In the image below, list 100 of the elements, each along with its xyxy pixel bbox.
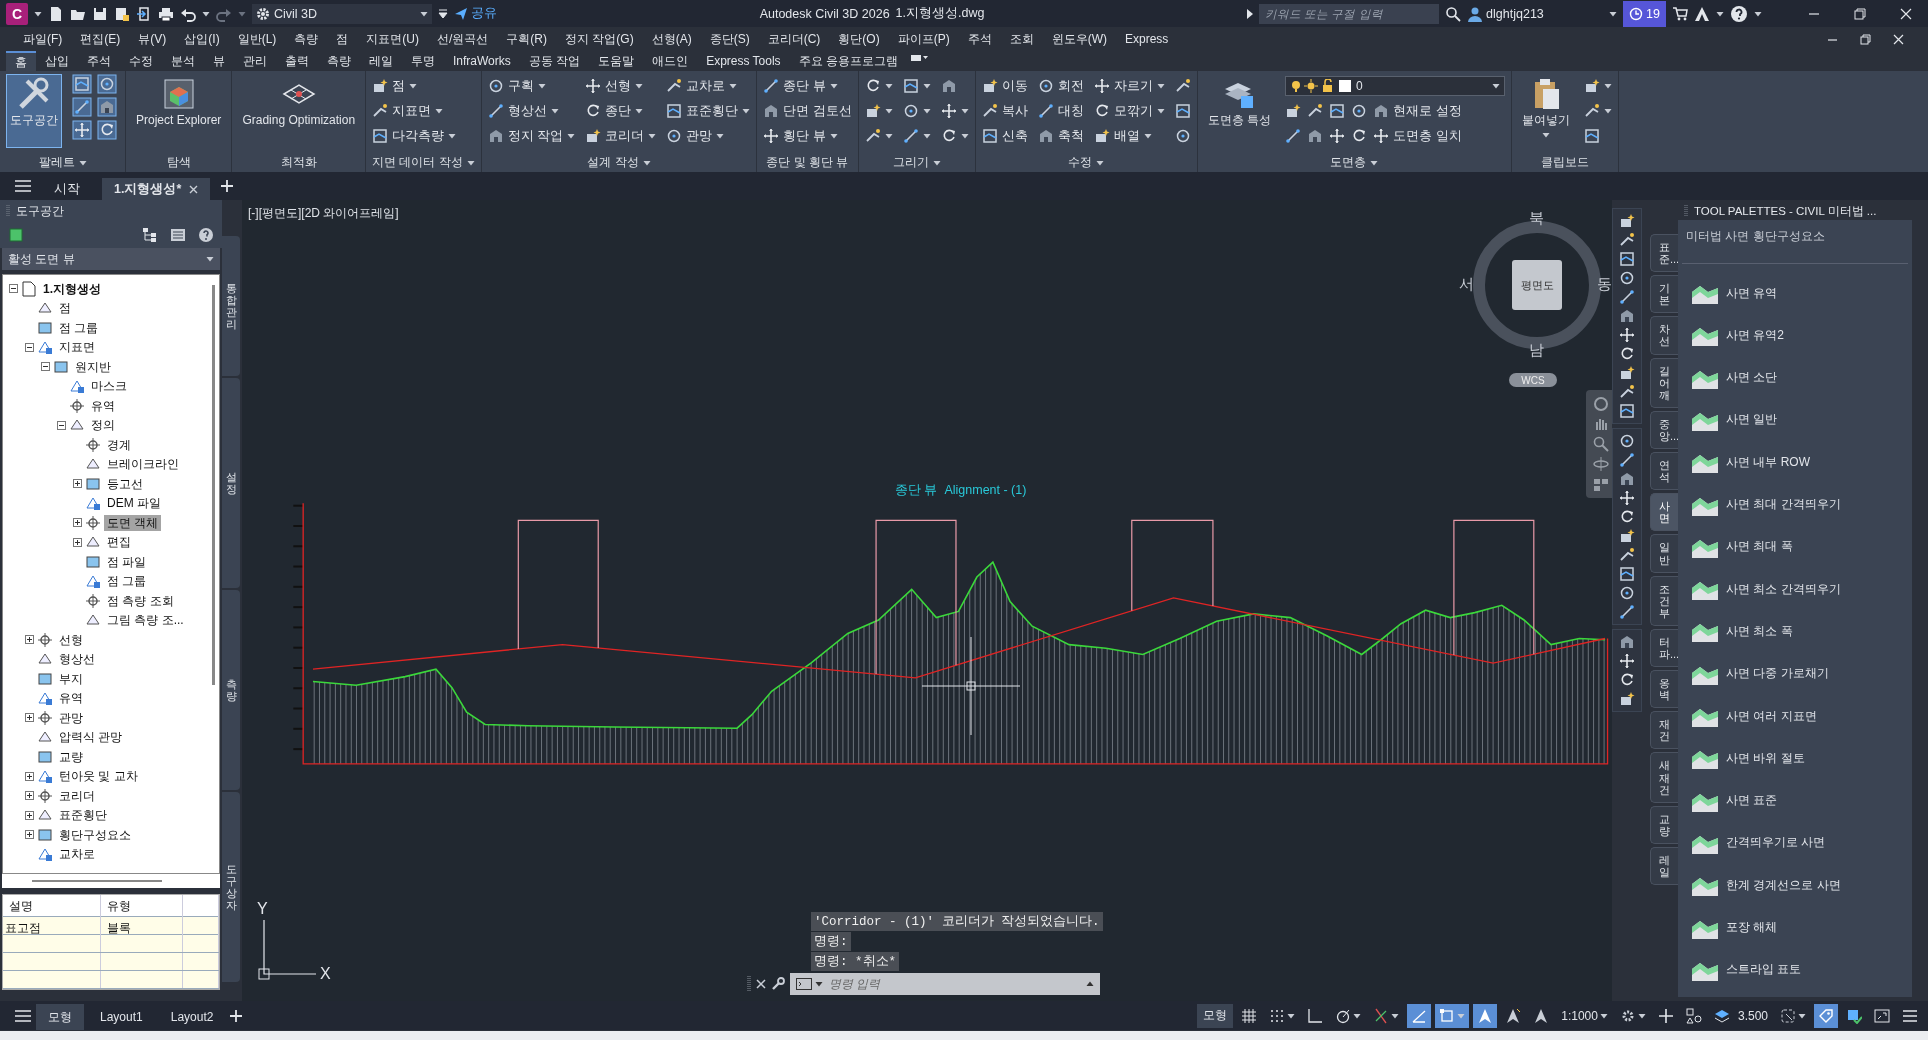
menu-item[interactable]: 종단(S) (700, 27, 759, 51)
palette-tab[interactable]: 표준... (1650, 234, 1678, 273)
tool-button[interactable] (902, 126, 931, 146)
ribbon-button[interactable]: 자르기 (1093, 76, 1165, 96)
ribbon-button[interactable]: 관망 (666, 126, 751, 146)
tool-icon[interactable] (1619, 604, 1635, 620)
plus-box-icon[interactable] (25, 771, 34, 781)
tree-item[interactable]: 관망 (56, 709, 86, 726)
ribbon-button[interactable]: 도면층 특성 (1203, 74, 1276, 148)
palette-item[interactable]: 사면 최소 간격띄우기 (1682, 568, 1908, 611)
palette-item[interactable]: 포장 해체 (1682, 906, 1908, 949)
palette-tab[interactable]: 조건부 (1650, 575, 1678, 626)
tree-item[interactable]: 유역 (88, 397, 118, 414)
list-view-icon[interactable] (170, 227, 186, 243)
cube-icon[interactable] (8, 227, 24, 243)
ribbon-tab[interactable]: 분석 (162, 51, 204, 71)
menu-item[interactable]: 윈도우(W) (1042, 27, 1116, 51)
tree-item[interactable]: 점 파일 (104, 553, 150, 570)
search-icon[interactable] (1445, 5, 1462, 22)
tool-icon[interactable] (1619, 232, 1635, 248)
ribbon-tab[interactable]: 뷰 (204, 51, 234, 71)
ribbon-tab[interactable]: 주요 응용프로그램 (789, 51, 907, 71)
close-icon[interactable] (1893, 33, 1904, 45)
ribbon-button[interactable]: 점 (372, 76, 457, 96)
close-icon[interactable] (756, 979, 766, 989)
status-toggle[interactable] (1407, 1003, 1432, 1028)
tool-icon[interactable] (1619, 270, 1635, 286)
ribbon-button[interactable]: 교차로 (666, 76, 751, 96)
palette-item[interactable]: 사면 최소 폭 (1682, 610, 1908, 653)
palette-item[interactable]: 사면 내부 ROW (1682, 441, 1908, 484)
plus-box-icon[interactable] (25, 635, 34, 645)
tool-icon[interactable] (1619, 471, 1635, 487)
viewport-label[interactable]: [-][평면도][2D 와이어프레임] (248, 205, 399, 222)
tree-item[interactable]: 횡단구성요소 (56, 826, 134, 843)
menu-item[interactable]: 구획(R) (497, 27, 556, 51)
palette-tab[interactable]: 기본 (1650, 275, 1678, 314)
tree-item[interactable]: 1.지형생성 (40, 280, 104, 297)
ribbon-button[interactable]: 축척 (1037, 126, 1084, 146)
close-icon[interactable] (189, 184, 199, 194)
side-tab[interactable]: 도구 상자 (222, 792, 240, 982)
plus-box-icon[interactable] (25, 791, 34, 801)
palette-tab[interactable]: 레일 (1650, 846, 1678, 886)
cart-icon[interactable] (1672, 5, 1688, 22)
ribbon-tab[interactable]: 공동 작업 (519, 51, 590, 71)
menu-item[interactable]: 주석 (958, 27, 1001, 51)
ribbon-tab[interactable]: InfraWorks (444, 51, 520, 71)
palette-tab[interactable]: 교량 (1650, 805, 1678, 844)
ribbon-button[interactable]: Project Explorer (132, 74, 226, 148)
ribbon-button[interactable]: 형상선 (487, 101, 576, 121)
history-button[interactable] (1080, 973, 1100, 995)
tool-icon[interactable] (1619, 452, 1635, 468)
menu-item[interactable]: 코리더(C) (758, 27, 830, 51)
palette-tab[interactable]: 일반 (1650, 534, 1678, 573)
scrollbar-thumb[interactable] (32, 880, 162, 882)
ribbon-tab[interactable]: 레일 (360, 51, 402, 71)
minus-box-icon[interactable] (41, 362, 50, 372)
tool-icon[interactable] (1307, 103, 1324, 119)
tree-item[interactable]: 형상선 (56, 651, 98, 668)
expand-arrow-icon[interactable] (1247, 8, 1254, 19)
ribbon-button[interactable]: 배열 (1093, 126, 1165, 146)
ribbon-button[interactable]: 정지 작업 (487, 126, 576, 146)
tree-item[interactable]: 선형 (56, 631, 86, 648)
minus-box-icon[interactable] (9, 284, 18, 294)
menu-item[interactable]: 선형(A) (642, 27, 701, 51)
ribbon-tab[interactable]: 도움말 (589, 51, 644, 71)
tree-item[interactable]: 표준횡단 (56, 807, 110, 824)
steering-wheel-icon[interactable] (1593, 396, 1609, 412)
ribbon-button[interactable]: 선형 (585, 76, 657, 96)
view-dropdown[interactable]: 활성 도면 뷰 (2, 248, 220, 270)
palette-tab[interactable]: 옹벽 (1650, 670, 1678, 709)
minus-box-icon[interactable] (57, 420, 66, 430)
wrench-icon[interactable] (771, 977, 785, 991)
menu-item[interactable]: 조회 (1000, 27, 1043, 51)
status-toggle[interactable] (1435, 1003, 1470, 1028)
search-field[interactable]: 키워드 또는 구절 입력 (1259, 3, 1440, 24)
tree-item[interactable]: 점 측량 조회 (104, 592, 177, 609)
ribbon-button[interactable]: 도면층 일치 (1373, 126, 1462, 146)
menu-item[interactable]: 파이프(P) (888, 27, 959, 51)
help-icon[interactable] (1730, 4, 1748, 23)
ribbon-tab[interactable]: 측량 (318, 51, 360, 71)
tree-item[interactable]: 점 그룹 (56, 319, 102, 336)
tool-icon[interactable] (1619, 528, 1635, 544)
tool-icon[interactable] (1619, 251, 1635, 267)
tool-icon[interactable] (1619, 672, 1635, 688)
palette-tab[interactable]: 새 재건 (1650, 752, 1678, 803)
tool-icon[interactable] (1619, 289, 1635, 305)
palette-item[interactable]: 사면 여러 지표면 (1682, 694, 1908, 738)
side-tab[interactable]: 설정 (222, 378, 240, 588)
showmotion-icon[interactable] (1593, 476, 1609, 492)
grip-icon[interactable] (747, 976, 751, 992)
palette-item[interactable]: 사면 최대 폭 (1682, 525, 1908, 569)
viewcube-face[interactable]: 평면도 (1512, 260, 1562, 310)
tool-button[interactable] (1174, 101, 1191, 121)
plus-box-icon[interactable] (25, 810, 34, 820)
palette-tab[interactable]: 중앙... (1650, 410, 1678, 450)
document-tab[interactable]: 시작 (42, 178, 92, 200)
help-icon[interactable] (198, 227, 214, 243)
ribbon-button[interactable]: 신축 (981, 126, 1028, 146)
menu-item[interactable]: 뷰(V) (129, 27, 176, 51)
grip-icon[interactable] (1684, 205, 1688, 218)
